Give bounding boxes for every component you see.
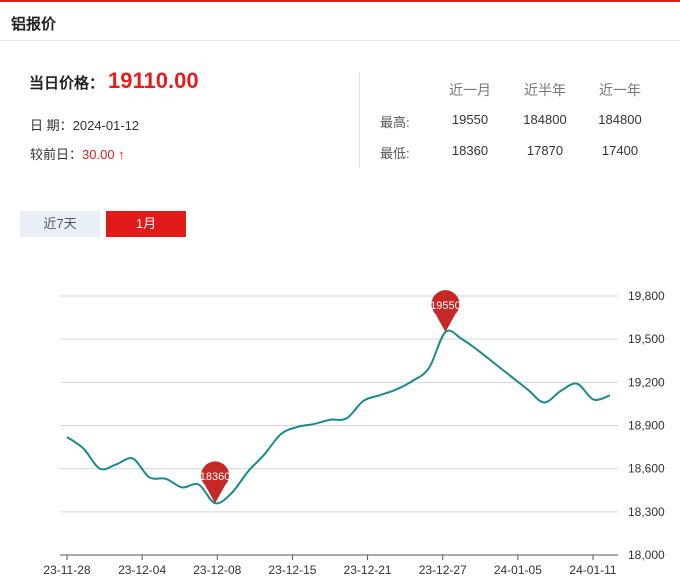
stats-cell: 17400: [601, 143, 639, 158]
price-series-line: [66, 329, 611, 505]
section-header: 铝报价: [0, 2, 680, 41]
stats-cell: 184800: [598, 112, 642, 127]
change-label: 较前日：: [30, 147, 83, 162]
x-tick-label: 24-01-11: [569, 563, 616, 577]
stats-row-label: 最低:: [380, 146, 410, 161]
stats-header-row: 近一月 近半年 近一年: [380, 80, 670, 100]
stats-cell: 17870: [526, 143, 564, 158]
stats-cell: 184800: [523, 112, 567, 127]
x-tick-label: 23-12-27: [419, 563, 467, 577]
stats-row-high: 最高: 19550 184800 184800: [380, 112, 670, 132]
change-value: 30.00 ↑: [82, 147, 125, 162]
panel-divider: [359, 72, 360, 167]
stats-col-year: 近一年: [599, 82, 641, 98]
x-tick-label: 23-12-21: [344, 563, 392, 577]
x-tick-label: 23-12-08: [193, 563, 241, 577]
stats-row-low: 最低: 18360 17870 17400: [380, 143, 670, 163]
date-label: 日 期：: [30, 118, 73, 133]
section-title: 铝报价: [11, 16, 57, 33]
change-row: 较前日：30.00 ↑: [30, 144, 125, 163]
y-tick-label: 18,000: [628, 548, 665, 562]
stats-col-month: 近一月: [449, 82, 491, 98]
date-value: 2024-01-12: [72, 118, 140, 133]
current-price-row: 当日价格： 19110.00: [29, 68, 199, 94]
annotation-pin-label: 18360: [200, 471, 231, 483]
date-row: 日 期：2024-01-12: [30, 115, 139, 134]
stats-cell: 19550: [451, 112, 489, 127]
y-tick-label: 18,300: [628, 505, 665, 519]
stats-cell: 18360: [451, 143, 489, 158]
tab-1-month[interactable]: 1月: [106, 211, 186, 237]
price-line-chart: 19,800 19,500 19,200 18,900 18,600 18,300 18,0…: [43, 289, 665, 577]
current-price-label: 当日价格：: [29, 75, 105, 92]
tab-7-days[interactable]: 近7天: [20, 211, 100, 237]
x-tick-label: 23-12-15: [268, 563, 316, 577]
x-tick-label: 23-12-04: [118, 563, 166, 577]
y-tick-label: 18,600: [628, 462, 665, 476]
y-tick-label: 19,800: [628, 289, 665, 303]
annotation-pin-label: 19550: [430, 300, 461, 312]
y-tick-label: 18,900: [628, 419, 665, 433]
current-price-value: 19110.00: [108, 68, 199, 93]
y-tick-label: 19,500: [628, 332, 665, 346]
stats-row-label: 最高:: [380, 115, 410, 130]
y-tick-label: 19,200: [628, 375, 665, 389]
x-tick-label: 24-01-05: [494, 563, 542, 577]
x-tick-label: 23-11-28: [43, 563, 90, 577]
stats-col-half-year: 近半年: [524, 82, 566, 98]
price-summary: 当日价格： 19110.00 日 期：2024-01-12 较前日：30.00 ↑: [0, 40, 360, 180]
